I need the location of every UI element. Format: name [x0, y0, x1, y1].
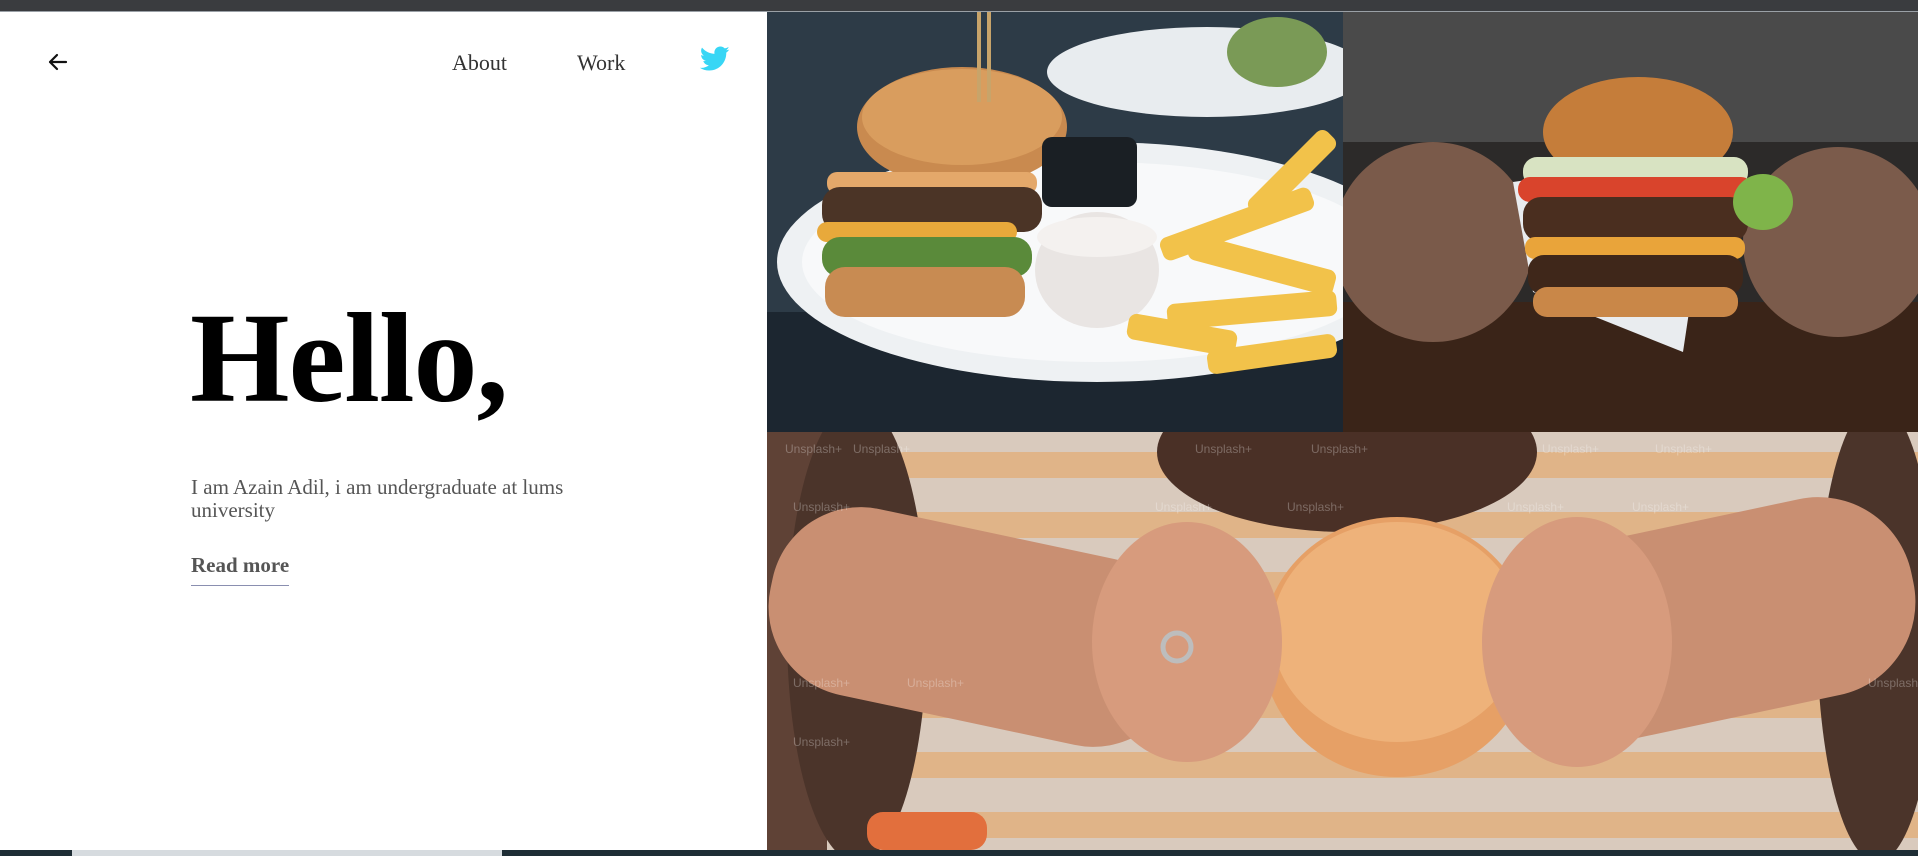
watermark-text: Unsplash+	[1632, 500, 1690, 514]
browser-bottom-bar	[0, 850, 1918, 856]
watermark-text: Unsplash+	[853, 442, 911, 456]
watermark-text: Unsplash+	[907, 676, 965, 690]
watermark-text: Unsplash+	[1287, 500, 1345, 514]
watermark-text: Unsplash+	[1655, 442, 1713, 456]
watermark-text: Unsplash+	[785, 442, 843, 456]
watermark-text: Unsplash+	[793, 500, 851, 514]
watermark-text: Unsplash+	[1155, 500, 1213, 514]
arrow-left-icon[interactable]	[44, 48, 72, 76]
hero-bio: I am Azain Adil, i am undergraduate at l…	[191, 475, 564, 522]
hands-burger-photo	[1343, 12, 1918, 432]
watermark-text: Unsplash+	[1507, 500, 1565, 514]
burger-fries-photo	[767, 12, 1343, 432]
woman-holding-burger-photo: Unsplash+ Unsplash+ Unsplash+ Unsplash+ …	[767, 432, 1918, 850]
watermark-text: Unsplash+	[793, 735, 851, 749]
watermark-text: Unsplash+	[1868, 676, 1918, 690]
watermark-text: Unsplash+	[1311, 442, 1369, 456]
browser-top-bar	[0, 0, 1918, 12]
hero-heading: Hello,	[190, 287, 508, 429]
nav-about-link[interactable]: About	[452, 50, 507, 76]
bottom-bar-segment	[72, 850, 502, 856]
watermark-text: Unsplash+	[1542, 442, 1600, 456]
intro-panel: About Work Hello, I am Azain Adil, i am …	[0, 12, 767, 850]
twitter-icon[interactable]	[700, 46, 730, 72]
nav-work-link[interactable]: Work	[577, 50, 625, 76]
watermark-text: Unsplash+	[793, 676, 851, 690]
watermark-text: Unsplash+	[1195, 442, 1253, 456]
read-more-link[interactable]: Read more	[191, 553, 290, 586]
